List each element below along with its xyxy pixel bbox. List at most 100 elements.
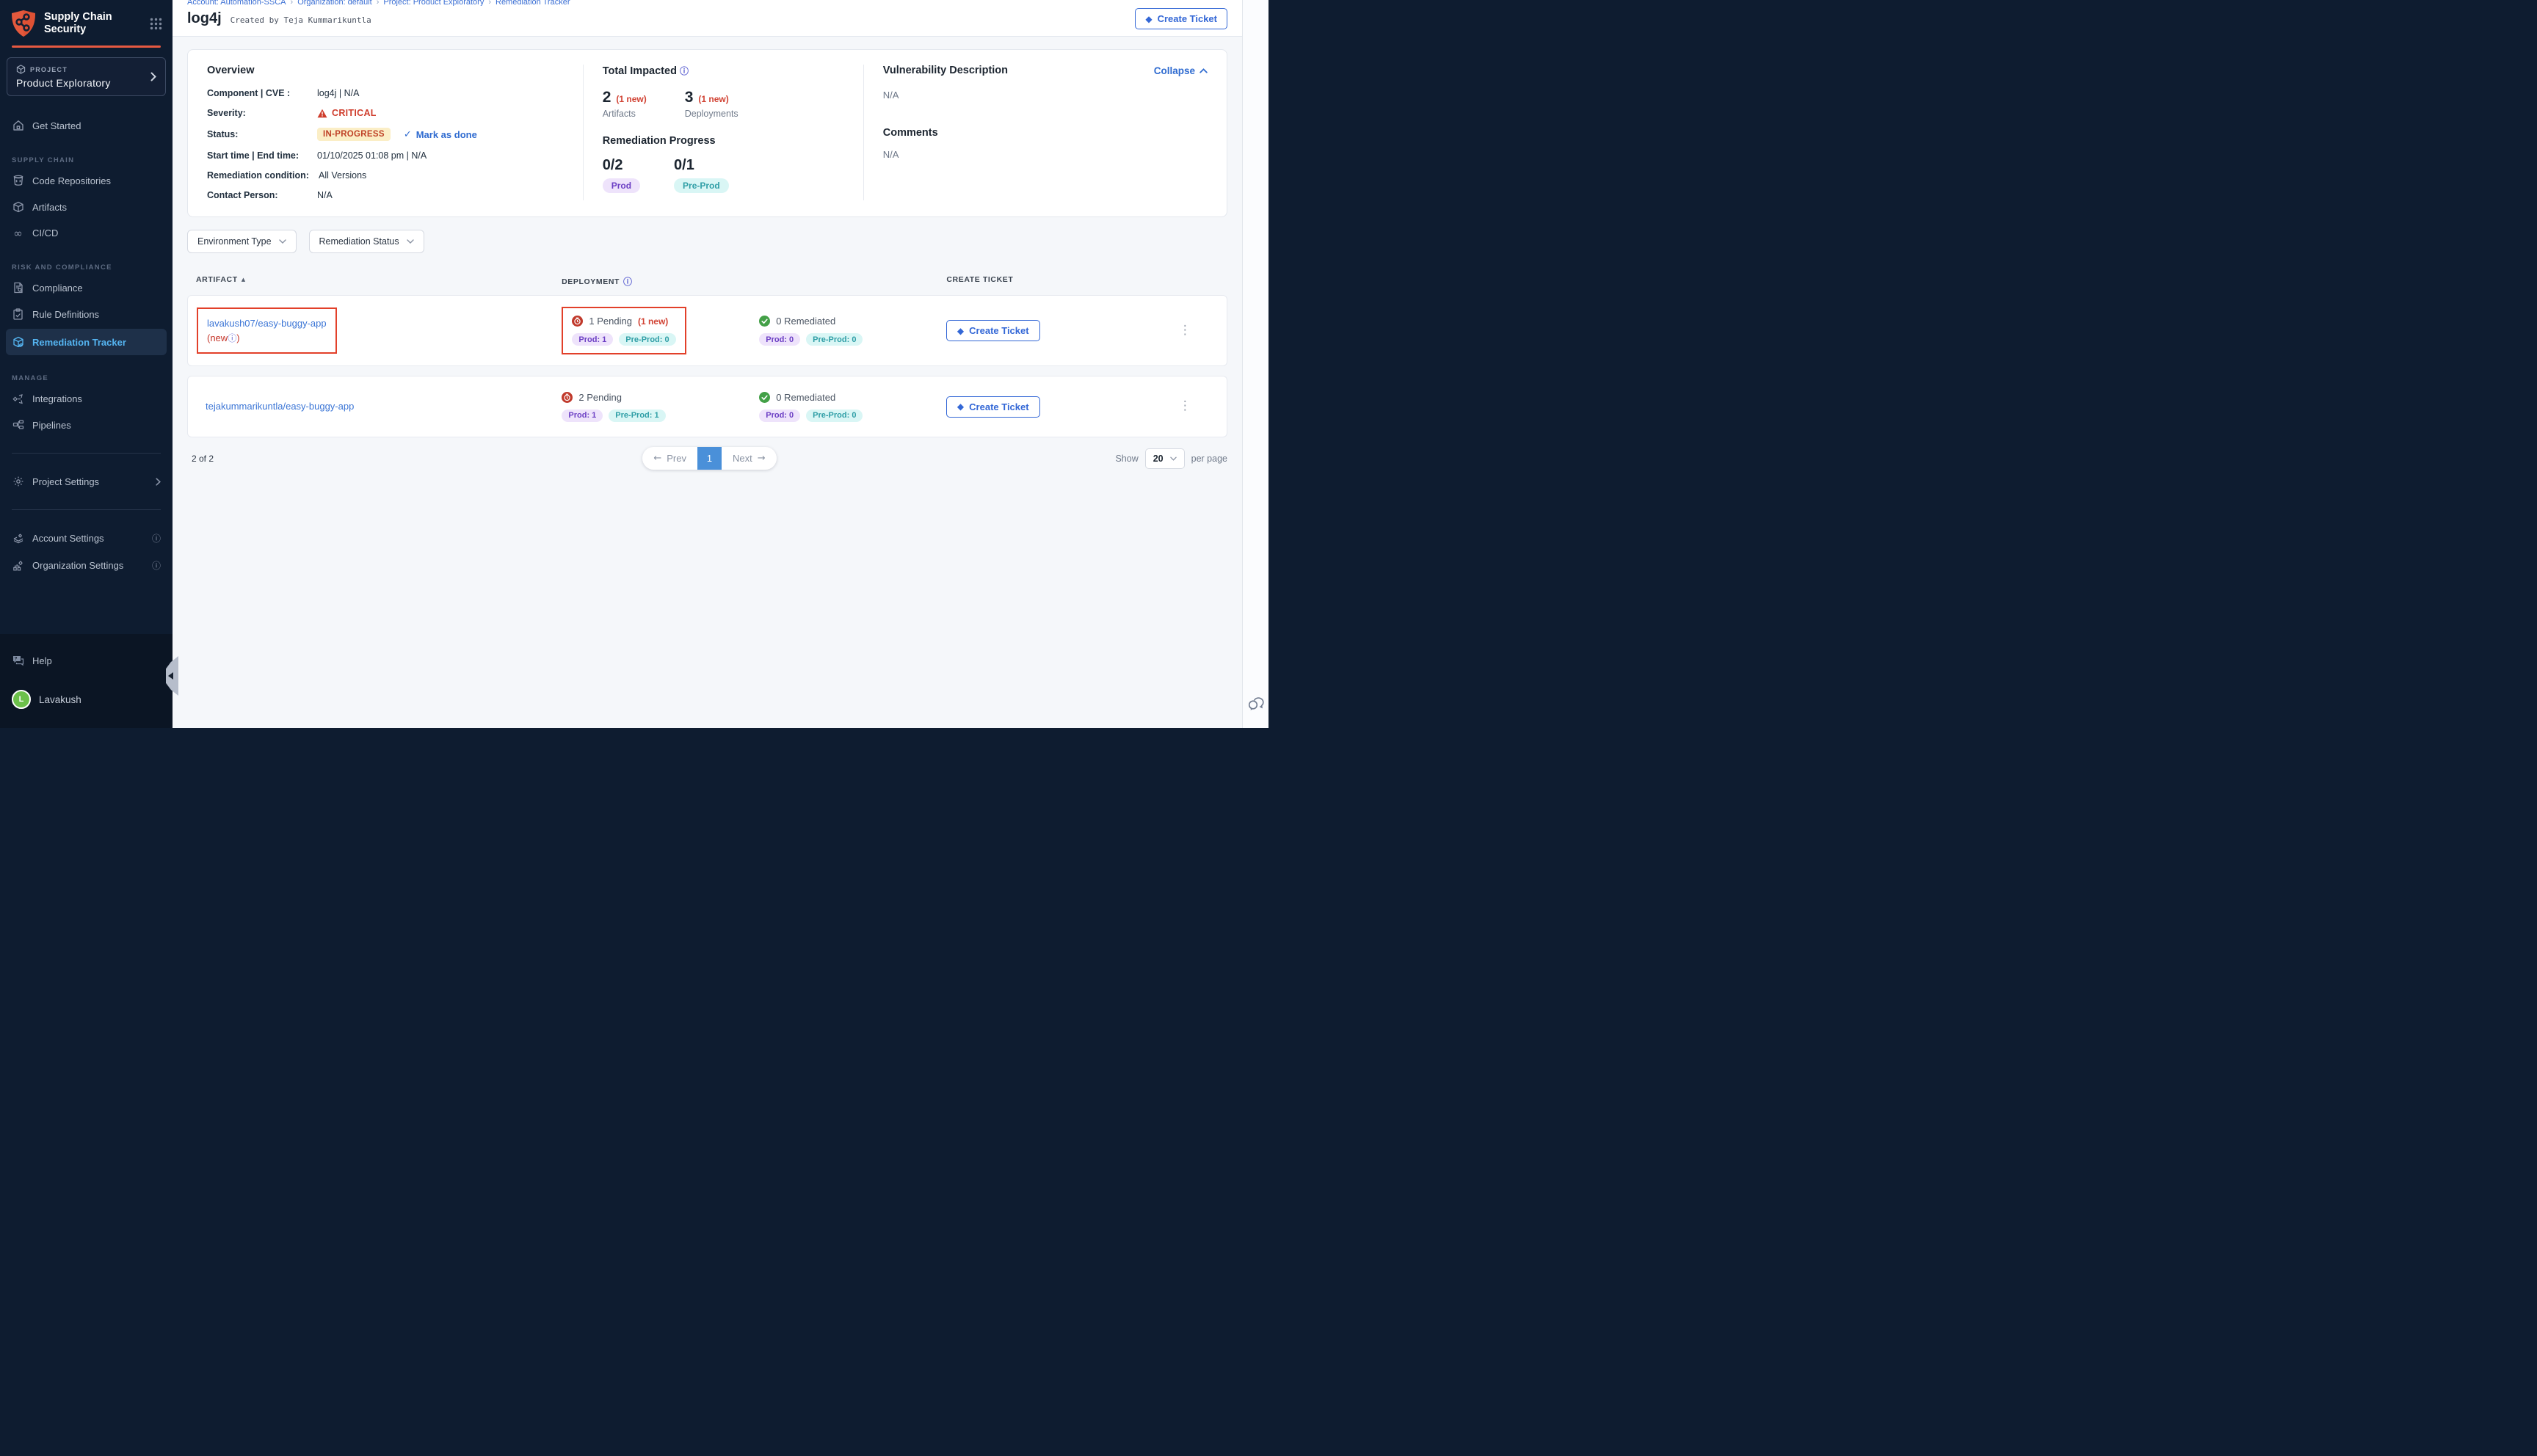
sidebar-item-get-started[interactable]: Get Started	[0, 112, 173, 139]
row-actions-cell: ⋮	[1144, 327, 1227, 334]
pending-cell: 2 Pending Prod: 1 Pre-Prod: 1	[562, 392, 759, 422]
collapse-link[interactable]: Collapse	[1154, 65, 1208, 76]
ticket-diamond-icon: ◆	[957, 402, 964, 411]
preprod-pill: Pre-Prod: 1	[609, 410, 665, 422]
info-icon: ⓘ	[152, 559, 161, 572]
vulnerability-description-value: N/A	[883, 90, 1208, 101]
sidebar-item-label: Remediation Tracker	[32, 337, 126, 348]
artifact-link[interactable]: tejakummarikuntla/easy-buggy-app	[206, 399, 354, 414]
breadcrumb-current[interactable]: Remediation Tracker	[496, 0, 570, 6]
pagination-total: 2 of 2	[187, 454, 642, 464]
row-actions-cell: ⋮	[1144, 403, 1227, 410]
component-cve-row: Component | CVE : log4j | N/A	[207, 88, 564, 98]
pending-count: 1 Pending	[589, 316, 632, 327]
create-ticket-button-header[interactable]: ◆ Create Ticket	[1135, 8, 1227, 29]
per-page-label: per page	[1191, 454, 1227, 464]
sidebar-item-project-settings[interactable]: Project Settings	[0, 468, 173, 495]
per-page-select[interactable]: 20	[1145, 448, 1185, 469]
pagination-bar: 2 of 2 ← Prev 1 Next → Show 20	[187, 447, 1227, 470]
ticket-diamond-icon: ◆	[1145, 15, 1152, 23]
sidebar-item-code-repositories[interactable]: Code Repositories	[0, 167, 173, 194]
page-number-active[interactable]: 1	[697, 447, 722, 470]
ticket-cell: ◆ Create Ticket	[946, 396, 1144, 418]
mark-as-done-link[interactable]: ✓ Mark as done	[404, 129, 477, 140]
sidebar-divider	[12, 453, 161, 454]
create-ticket-button-row[interactable]: ◆ Create Ticket	[946, 396, 1040, 418]
info-icon: ⓘ	[152, 532, 161, 545]
table-row: tejakummarikuntla/easy-buggy-app 2 Pendi…	[187, 376, 1227, 437]
sidebar-item-label: Compliance	[32, 283, 83, 294]
sidebar-item-integrations[interactable]: Integrations	[0, 385, 173, 412]
status-row: Status: IN-PROGRESS ✓ Mark as done	[207, 128, 564, 141]
remediation-status-filter[interactable]: Remediation Status	[309, 230, 424, 253]
per-page-control: Show 20 per page	[777, 448, 1227, 469]
warning-triangle-icon	[317, 109, 327, 118]
breadcrumb-org-link[interactable]: Organization: default	[297, 0, 372, 6]
sidebar-item-label: Project Settings	[32, 476, 99, 487]
comments-value: N/A	[883, 149, 1208, 160]
column-header-deployment: DEPLOYMENT ⓘ	[562, 275, 759, 288]
artifact-link[interactable]: lavakush07/easy-buggy-app (newⓘ)	[207, 316, 327, 345]
layers-gear-icon	[12, 533, 24, 545]
impacted-deployments-stat: 3(1 new) Deployments	[685, 89, 738, 119]
remediated-check-icon	[759, 316, 770, 327]
kebab-menu-icon[interactable]: ⋮	[1144, 327, 1227, 334]
sidebar-item-remediation-tracker[interactable]: Remediation Tracker	[6, 329, 167, 355]
column-header-artifact[interactable]: ARTIFACT ▲	[187, 275, 562, 284]
preprod-pill: Pre-Prod: 0	[806, 410, 863, 422]
kebab-menu-icon[interactable]: ⋮	[1144, 403, 1227, 410]
ticket-cell: ◆ Create Ticket	[946, 320, 1144, 341]
breadcrumb-separator: ›	[488, 0, 491, 6]
overview-heading: Overview	[207, 65, 564, 76]
sidebar-item-cicd[interactable]: ∞ CI/CD	[0, 220, 173, 246]
sidebar-item-label: Pipelines	[32, 420, 71, 431]
component-cve-value: log4j | N/A	[317, 88, 359, 98]
breadcrumb-account-link[interactable]: Account: Automation-SSCA	[187, 0, 286, 6]
sidebar-item-label: Organization Settings	[32, 560, 123, 571]
pending-cell: 1 Pending (1 new) Prod: 1 Pre-Prod: 0	[562, 307, 759, 354]
table-header: ARTIFACT ▲ DEPLOYMENT ⓘ CREATE TICKET	[187, 269, 1227, 295]
info-icon[interactable]: ⓘ	[623, 275, 633, 288]
sidebar-item-artifacts[interactable]: Artifacts	[0, 194, 173, 220]
pending-clock-icon	[572, 316, 583, 327]
arrow-right-icon: →	[758, 453, 766, 464]
sidebar-item-compliance[interactable]: Compliance	[0, 274, 173, 301]
document-search-icon	[12, 282, 24, 294]
create-ticket-button-row[interactable]: ◆ Create Ticket	[946, 320, 1040, 341]
prod-pill: Prod: 1	[572, 333, 613, 346]
prod-pill: Prod: 1	[562, 410, 603, 422]
chevron-up-icon	[1199, 68, 1208, 73]
breadcrumb-project-link[interactable]: Project: Product Exploratory	[383, 0, 484, 6]
info-icon[interactable]: ⓘ	[680, 66, 689, 76]
svg-text:?: ?	[15, 657, 18, 662]
gear-icon	[12, 476, 24, 487]
contact-row: Contact Person: N/A	[207, 190, 564, 200]
sidebar-item-rule-definitions[interactable]: Rule Definitions	[0, 301, 173, 327]
info-icon[interactable]: ⓘ	[228, 333, 236, 343]
chat-support-icon[interactable]	[1248, 697, 1264, 712]
sidebar-item-label: Help	[32, 655, 52, 666]
breadcrumb: Account: Automation-SSCA › Organization:…	[187, 0, 1227, 6]
sidebar-item-pipelines[interactable]: Pipelines	[0, 412, 173, 438]
check-icon: ✓	[404, 129, 412, 140]
sidebar-item-account-settings[interactable]: Account Settings ⓘ	[0, 525, 173, 552]
sidebar-item-organization-settings[interactable]: Organization Settings ⓘ	[0, 552, 173, 579]
app-grid-icon[interactable]	[150, 18, 162, 30]
brand-accent-bar	[12, 46, 161, 48]
sidebar-item-label: Code Repositories	[32, 175, 111, 186]
user-menu[interactable]: L Lavakush	[0, 681, 173, 718]
environment-type-filter[interactable]: Environment Type	[187, 230, 297, 253]
remediation-box-icon	[12, 336, 24, 348]
prod-progress-stat: 0/2 Prod	[603, 157, 640, 193]
preprod-pill: Pre-Prod: 0	[806, 333, 863, 346]
prev-page-button[interactable]: ← Prev	[642, 447, 697, 470]
sidebar-item-help[interactable]: ? Help	[0, 647, 173, 674]
remediated-count: 0 Remediated	[776, 392, 835, 403]
show-label: Show	[1115, 454, 1138, 464]
section-label-manage: MANAGE	[12, 374, 161, 382]
project-selector[interactable]: PROJECT Product Exploratory	[7, 57, 166, 96]
next-page-button[interactable]: Next →	[722, 447, 777, 470]
home-icon	[12, 120, 24, 131]
sidebar-item-label: CI/CD	[32, 228, 58, 239]
time-value: 01/10/2025 01:08 pm | N/A	[317, 150, 427, 161]
